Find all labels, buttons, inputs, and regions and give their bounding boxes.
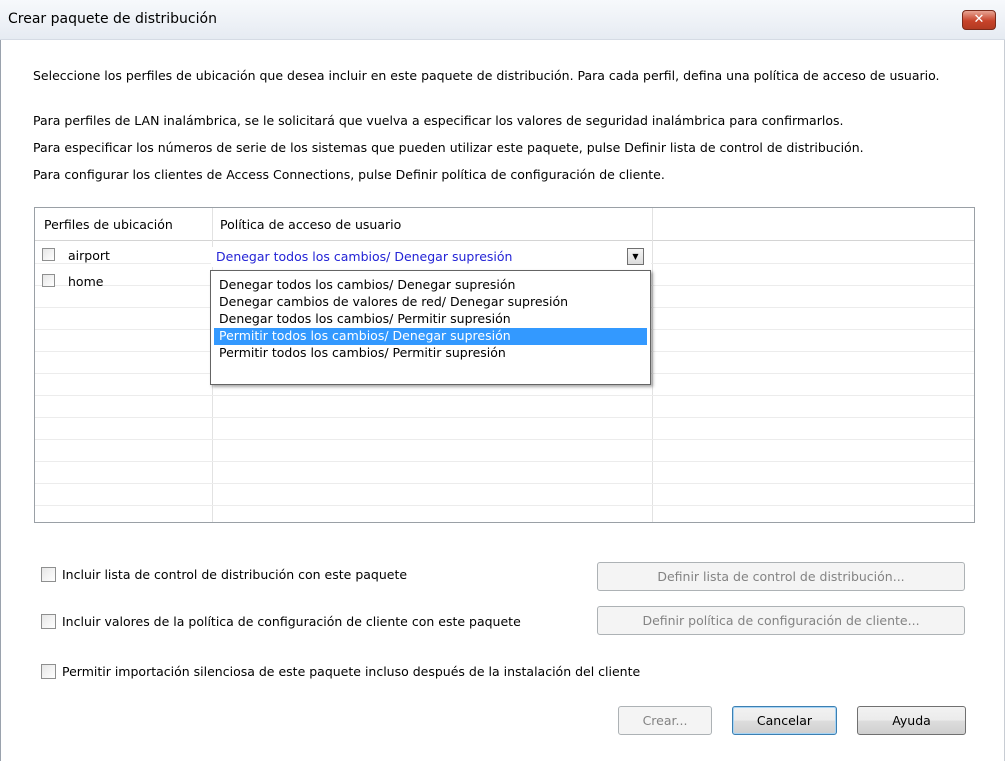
dropdown-option[interactable]: Denegar todos los cambios/ Denegar supre… xyxy=(214,277,647,294)
cancel-button[interactable]: Cancelar xyxy=(732,706,837,735)
window-title: Crear paquete de distribución xyxy=(8,11,217,27)
policy-combobox-value: Denegar todos los cambios/ Denegar supre… xyxy=(216,249,513,264)
define-policy-button[interactable]: Definir política de configuración de cli… xyxy=(597,606,965,635)
include-policy-checkbox[interactable] xyxy=(41,614,56,629)
help-button[interactable]: Ayuda xyxy=(857,706,966,735)
include-acl-checkbox[interactable] xyxy=(41,567,56,582)
profile-name-home: home xyxy=(68,274,104,289)
dropdown-arrow-icon[interactable]: ▼ xyxy=(627,248,644,265)
policy-combobox[interactable]: Denegar todos los cambios/ Denegar supre… xyxy=(211,247,651,267)
row-divider xyxy=(35,505,974,506)
include-acl-label: Incluir lista de control de distribución… xyxy=(62,567,408,582)
description-line-4: Para configurar los clientes de Access C… xyxy=(33,167,665,182)
row-divider xyxy=(35,439,974,440)
row-divider xyxy=(35,483,974,484)
row-divider xyxy=(35,417,974,418)
window-frame-left xyxy=(0,40,1,761)
table-header: Perfiles de ubicación Política de acceso… xyxy=(35,208,974,241)
policy-dropdown-list[interactable]: Denegar todos los cambios/ Denegar supre… xyxy=(210,270,651,385)
row-divider xyxy=(35,461,974,462)
description-line-2: Para perfiles de LAN inalámbrica, se le … xyxy=(33,113,844,128)
profile-checkbox-home[interactable] xyxy=(42,274,55,287)
column-header-profiles[interactable]: Perfiles de ubicación xyxy=(44,217,173,232)
silent-import-label: Permitir importación silenciosa de este … xyxy=(62,664,641,679)
profile-name-airport: airport xyxy=(68,248,110,263)
dropdown-option-selected[interactable]: Permitir todos los cambios/ Denegar supr… xyxy=(214,328,647,345)
description-line-3: Para especificar los números de serie de… xyxy=(33,140,864,155)
dropdown-option[interactable]: Denegar todos los cambios/ Permitir supr… xyxy=(214,311,647,328)
dropdown-option[interactable]: Denegar cambios de valores de red/ Deneg… xyxy=(214,294,647,311)
description-line-1: Seleccione los perfiles de ubicación que… xyxy=(33,68,940,83)
define-acl-button[interactable]: Definir lista de control de distribución… xyxy=(597,562,965,591)
row-divider xyxy=(35,395,974,396)
title-bar: Crear paquete de distribución ✕ xyxy=(0,0,1005,40)
column-header-policy[interactable]: Política de acceso de usuario xyxy=(220,217,401,232)
include-policy-label: Incluir valores de la política de config… xyxy=(62,614,521,629)
create-button[interactable]: Crear... xyxy=(618,706,712,735)
dropdown-option[interactable]: Permitir todos los cambios/ Permitir sup… xyxy=(214,345,647,362)
silent-import-checkbox[interactable] xyxy=(41,664,56,679)
profile-checkbox-airport[interactable] xyxy=(42,248,55,261)
close-icon: ✕ xyxy=(973,12,985,27)
close-button[interactable]: ✕ xyxy=(962,10,996,30)
